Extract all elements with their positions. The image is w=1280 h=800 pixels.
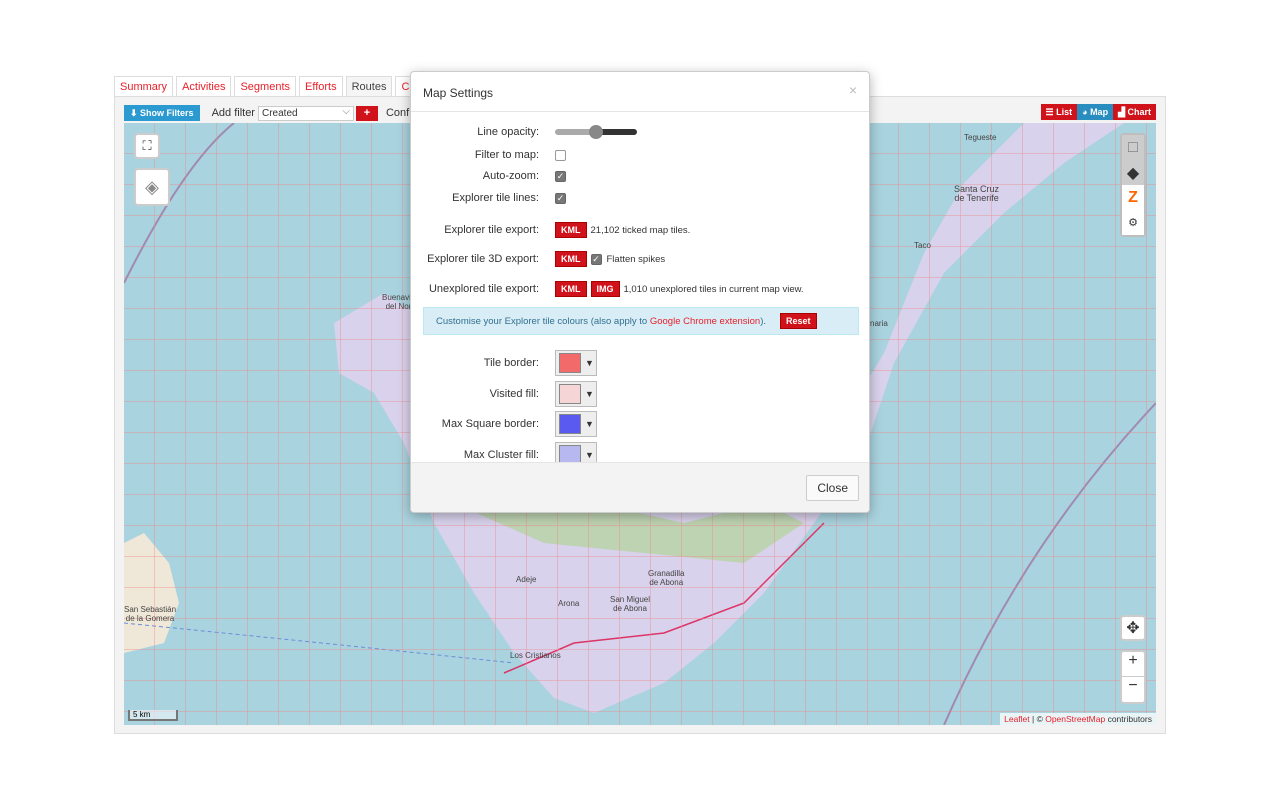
- tab-segments[interactable]: Segments: [234, 76, 296, 96]
- place-label: Arona: [558, 599, 580, 608]
- tile3d-label: Explorer tile 3D export:: [427, 253, 539, 265]
- line-opacity-label: Line opacity:: [477, 126, 539, 138]
- color-swatch: [559, 353, 581, 373]
- tile3d-kml-button[interactable]: KML: [555, 251, 587, 267]
- close-button[interactable]: Close: [806, 475, 859, 501]
- place-label: Santa Cruz de Tenerife: [954, 184, 1000, 203]
- tile-export-kml-button[interactable]: KML: [555, 222, 587, 238]
- zoom-out-button[interactable]: −: [1122, 677, 1144, 702]
- attr-text: contributors: [1105, 714, 1152, 724]
- color-swatch: [559, 414, 581, 434]
- zwift-icon[interactable]: Z: [1122, 185, 1144, 210]
- filter-to-map-label: Filter to map:: [474, 149, 539, 161]
- show-filters-button[interactable]: ⬇ Show Filters: [124, 105, 200, 121]
- chart-label: Chart: [1127, 107, 1151, 117]
- unexplored-kml-button[interactable]: KML: [555, 281, 587, 297]
- tile-lines-label: Explorer tile lines:: [452, 192, 539, 204]
- place-label: San Miguel de Abona: [610, 595, 651, 613]
- tile-export-label: Explorer tile export:: [444, 224, 539, 236]
- map-settings-dialog: Map Settings × Line opacity: Filter to ma…: [410, 71, 870, 513]
- list-view-button[interactable]: ☰ List: [1040, 104, 1078, 120]
- close-icon[interactable]: ×: [849, 82, 857, 98]
- place-label: naria: [870, 319, 888, 328]
- zoom-in-button[interactable]: +: [1122, 652, 1144, 677]
- filter-to-map-checkbox[interactable]: [555, 149, 566, 161]
- slider-handle[interactable]: [589, 125, 603, 139]
- unexplored-img-button[interactable]: IMG: [590, 281, 620, 297]
- tab-routes[interactable]: Routes: [345, 76, 393, 96]
- reset-button[interactable]: Reset: [780, 313, 817, 329]
- map-view-button[interactable]: ◕ Map: [1077, 104, 1114, 120]
- dialog-title: Map Settings: [423, 86, 494, 100]
- place-label: Taco: [914, 241, 931, 250]
- place-label: Los Cristianos: [510, 651, 561, 660]
- add-filter-button[interactable]: +: [355, 105, 378, 121]
- info-end: ).: [760, 315, 767, 327]
- unexplored-text: 1,010 unexplored tiles in current map vi…: [623, 283, 804, 295]
- gear-icon[interactable]: ⚙: [1122, 210, 1144, 235]
- color-label: Max Square border:: [441, 418, 539, 430]
- flatten-label: Flatten spikes: [606, 253, 666, 265]
- layers-icon: ◈: [145, 176, 159, 197]
- unexplored-label: Unexplored tile export:: [428, 283, 539, 295]
- tile-export-text: 21,102 ticked map tiles.: [590, 224, 691, 236]
- view-switcher: ☰ List ◕ Map ▟ Chart: [1040, 104, 1156, 120]
- tab-summary[interactable]: Summary: [114, 76, 174, 96]
- place-label: Adeje: [516, 575, 537, 584]
- info-text: Customise your Explorer tile colours (al…: [436, 315, 648, 327]
- place-label: San Sebastián de la Gomera: [124, 605, 177, 623]
- zoom-control: + −: [1120, 650, 1146, 704]
- flatten-checkbox[interactable]: ✓: [590, 253, 602, 265]
- max-square-border-picker[interactable]: ▼: [555, 411, 597, 437]
- island-icon[interactable]: ◆: [1122, 160, 1144, 185]
- scale-bar: 5 km: [128, 710, 178, 721]
- tile-lines-checkbox[interactable]: ✓: [555, 192, 566, 204]
- place-label: Granadilla de Abona: [648, 569, 685, 587]
- map-label: Map: [1090, 107, 1109, 117]
- attribution: Leaflet | © OpenStreetMap contributors: [1000, 713, 1156, 725]
- tile-border-picker[interactable]: ▼: [555, 350, 597, 376]
- show-filters-label: Show Filters: [140, 108, 194, 118]
- fullscreen-icon: ⛶: [142, 138, 152, 153]
- chart-view-button[interactable]: ▟ Chart: [1113, 104, 1156, 120]
- line-opacity-slider[interactable]: [555, 125, 637, 139]
- auto-zoom-label: Auto-zoom:: [482, 170, 539, 182]
- place-label: Tegueste: [964, 133, 997, 142]
- filter-select[interactable]: Created: [257, 105, 354, 121]
- colour-info-box: Customise your Explorer tile colours (al…: [423, 307, 859, 335]
- add-filter-label: Add filter: [211, 107, 255, 119]
- auto-zoom-checkbox[interactable]: ✓: [555, 170, 566, 182]
- crosshair-icon: ✥: [1126, 620, 1140, 637]
- square-icon[interactable]: □: [1122, 135, 1144, 160]
- color-label: Visited fill:: [489, 388, 539, 400]
- layers-button[interactable]: ◈: [134, 168, 170, 206]
- attr-sep: | ©: [1029, 714, 1046, 724]
- chrome-extension-link[interactable]: Google Chrome extension: [650, 316, 760, 327]
- leaflet-link[interactable]: Leaflet: [1004, 714, 1030, 724]
- locate-button[interactable]: ✥: [1120, 615, 1146, 641]
- osm-link[interactable]: OpenStreetMap: [1045, 714, 1105, 724]
- list-label: List: [1056, 107, 1073, 117]
- tab-bar: Summary Activities Segments Efforts Rout…: [114, 76, 439, 96]
- dialog-footer: Close: [411, 462, 869, 512]
- color-swatch: [559, 384, 581, 404]
- tab-efforts[interactable]: Efforts: [299, 76, 343, 96]
- tool-control: □ ◆ Z ⚙: [1120, 133, 1146, 237]
- tab-activities[interactable]: Activities: [176, 76, 232, 96]
- visited-fill-picker[interactable]: ▼: [555, 381, 597, 407]
- color-label: Tile border:: [483, 357, 539, 369]
- color-label: Max Cluster fill:: [463, 449, 539, 461]
- fullscreen-button[interactable]: ⛶: [134, 133, 160, 159]
